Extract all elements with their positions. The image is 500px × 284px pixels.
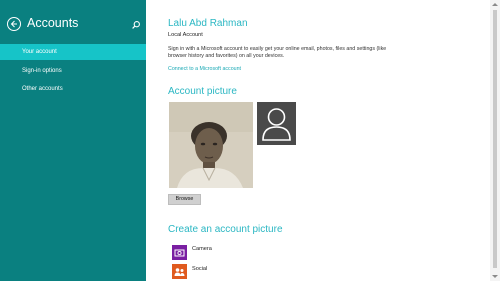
user-name: Lalu Abd Rahman bbox=[168, 18, 248, 29]
sidebar: Accounts Your account Sign-in options Ot… bbox=[0, 0, 146, 281]
account-picture-heading: Account picture bbox=[168, 86, 237, 97]
create-account-picture-heading: Create an account picture bbox=[168, 224, 283, 235]
user-silhouette-icon bbox=[262, 108, 291, 141]
sidebar-header: Accounts bbox=[0, 0, 146, 44]
account-photo bbox=[169, 102, 253, 188]
social-label: Social bbox=[192, 266, 208, 272]
search-button[interactable] bbox=[131, 17, 141, 29]
account-description: Sign in with a Microsoft account to easi… bbox=[168, 46, 387, 59]
sidebar-item-other-accounts[interactable]: Other accounts bbox=[0, 81, 146, 97]
account-type: Local Account bbox=[168, 32, 203, 38]
scroll-up-arrow-icon[interactable] bbox=[492, 3, 498, 6]
back-arrow-icon bbox=[10, 20, 17, 28]
sidebar-item-label: Sign-in options bbox=[22, 68, 62, 74]
sidebar-item-label: Your account bbox=[22, 49, 57, 55]
connect-microsoft-account-link[interactable]: Connect to a Microsoft account bbox=[168, 66, 241, 72]
scroll-down-arrow-icon[interactable] bbox=[492, 275, 498, 278]
sidebar-item-your-account[interactable]: Your account bbox=[0, 44, 146, 60]
camera-label: Camera bbox=[192, 246, 212, 252]
search-icon bbox=[132, 21, 140, 29]
scrollbar-thumb[interactable] bbox=[493, 10, 497, 268]
sidebar-title: Accounts bbox=[27, 16, 79, 30]
portrait-image bbox=[169, 102, 253, 188]
camera-icon bbox=[172, 245, 187, 260]
people-icon bbox=[172, 264, 187, 279]
sidebar-item-sign-in-options[interactable]: Sign-in options bbox=[0, 63, 146, 79]
browse-button[interactable]: Browse bbox=[168, 194, 201, 205]
sidebar-item-label: Other accounts bbox=[22, 86, 63, 92]
vertical-scrollbar[interactable] bbox=[490, 0, 500, 281]
back-button[interactable] bbox=[7, 17, 21, 31]
main-content: Lalu Abd Rahman Local Account Sign in wi… bbox=[146, 0, 490, 281]
default-avatar bbox=[257, 102, 296, 145]
